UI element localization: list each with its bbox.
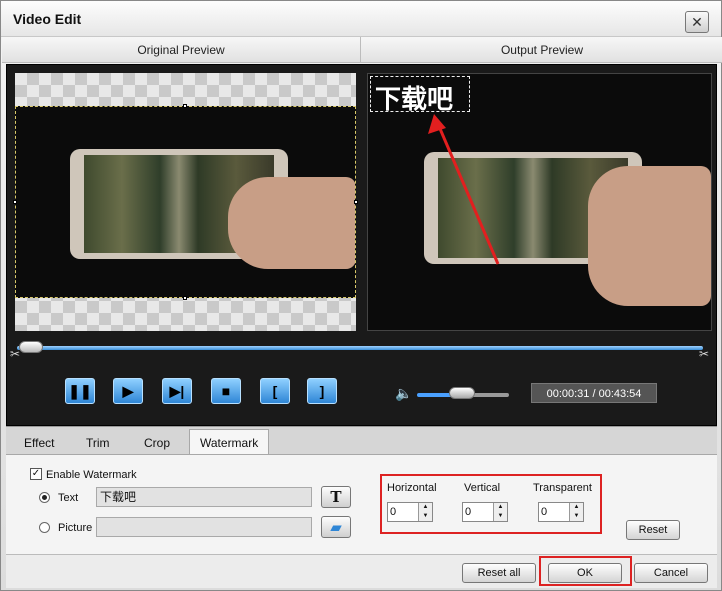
close-icon: ✕ [691,13,703,30]
stop-button[interactable]: ■ [211,378,241,404]
trim-start-icon[interactable]: ✂ [8,347,22,361]
spin-arrows-icon[interactable]: ▲ ▼ [493,503,507,521]
output-video-frame: 下载吧 [368,74,711,330]
set-start-button[interactable]: [ [260,378,290,404]
window-title: Video Edit [13,11,82,27]
set-end-button[interactable]: ] [307,378,337,404]
vertical-label: Vertical [464,482,501,494]
pause-icon: ❚❚ [68,382,92,399]
original-preview [13,73,358,331]
tab-trim[interactable]: Trim [76,431,120,455]
picture-radio[interactable] [39,522,50,533]
spin-arrows-icon[interactable]: ▲ ▼ [418,503,432,521]
play-icon: ▶ [122,382,134,399]
transparent-spinbox[interactable]: 0 ▲ ▼ [538,502,584,522]
original-video-frame[interactable] [15,106,356,298]
horizontal-value: 0 [390,506,397,518]
tab-bar: Effect Trim Crop Watermark [6,426,717,455]
reset-all-button[interactable]: Reset all [462,563,536,583]
picture-path-input[interactable] [96,517,312,537]
tab-crop[interactable]: Crop [134,431,180,455]
footer-bar: Reset all OK Cancel [6,554,717,588]
time-display: 00:00:31 / 00:43:54 [531,383,657,403]
preview-headers: Original Preview Output Preview [2,37,722,63]
bracket-left-icon: [ [272,383,278,399]
watermark-panel: ✓ Enable Watermark Text 下载吧 T Picture ▰ … [6,454,717,554]
reset-button[interactable]: Reset [626,520,680,540]
text-format-icon: T [330,488,342,506]
cancel-button[interactable]: Cancel [634,563,708,583]
video-edit-window: Video Edit ✕ Original Preview Output Pre… [0,0,722,591]
vertical-spinbox[interactable]: 0 ▲ ▼ [462,502,508,522]
crop-handle[interactable] [183,296,187,300]
text-radio[interactable] [39,492,50,503]
browse-picture-button[interactable]: ▰ [321,516,351,538]
seek-bar[interactable]: ✂ ✂ [7,339,716,361]
folder-icon: ▰ [330,518,342,536]
hand-image [228,177,355,269]
next-frame-icon: ▶| [169,382,185,399]
enable-watermark-checkbox[interactable]: ✓ [30,468,42,480]
vertical-value: 0 [465,506,472,518]
transparent-value: 0 [541,506,548,518]
stop-icon: ■ [221,383,231,399]
volume-thumb[interactable] [449,387,475,399]
play-button[interactable]: ▶ [113,378,143,404]
bracket-right-icon: ] [319,383,325,399]
picture-radio-label: Picture [58,522,93,534]
watermark-text-input[interactable]: 下载吧 [96,487,312,507]
crop-handle[interactable] [354,200,358,204]
font-button[interactable]: T [321,486,351,508]
trim-end-icon[interactable]: ✂ [697,347,711,361]
crop-handle[interactable] [183,104,187,108]
tab-watermark[interactable]: Watermark [189,429,270,455]
text-radio-label: Text [58,492,79,504]
horizontal-spinbox[interactable]: 0 ▲ ▼ [387,502,433,522]
title-bar: Video Edit ✕ [1,1,721,37]
transparent-label: Transparent [533,482,592,494]
annotation-arrow [428,114,500,265]
ok-button[interactable]: OK [548,563,622,583]
next-frame-button[interactable]: ▶| [162,378,192,404]
close-button[interactable]: ✕ [685,11,709,33]
horizontal-label: Horizontal [387,482,437,494]
preview-area: 下载吧 ✂ ✂ ❚❚ ▶ ▶| ■ [ ] 🔈 00:00:31 / 00:43… [6,64,717,426]
crop-handle[interactable] [13,200,17,204]
output-preview: 下载吧 [367,73,712,331]
seek-track[interactable] [17,346,703,350]
tab-effect[interactable]: Effect [14,431,64,455]
enable-watermark-label: Enable Watermark [46,469,137,481]
pause-button[interactable]: ❚❚ [65,378,95,404]
output-preview-label: Output Preview [500,43,584,57]
seek-thumb[interactable] [19,341,43,353]
volume-icon[interactable]: 🔈 [395,385,412,402]
original-preview-label: Original Preview [2,37,361,63]
spin-arrows-icon[interactable]: ▲ ▼ [569,503,583,521]
